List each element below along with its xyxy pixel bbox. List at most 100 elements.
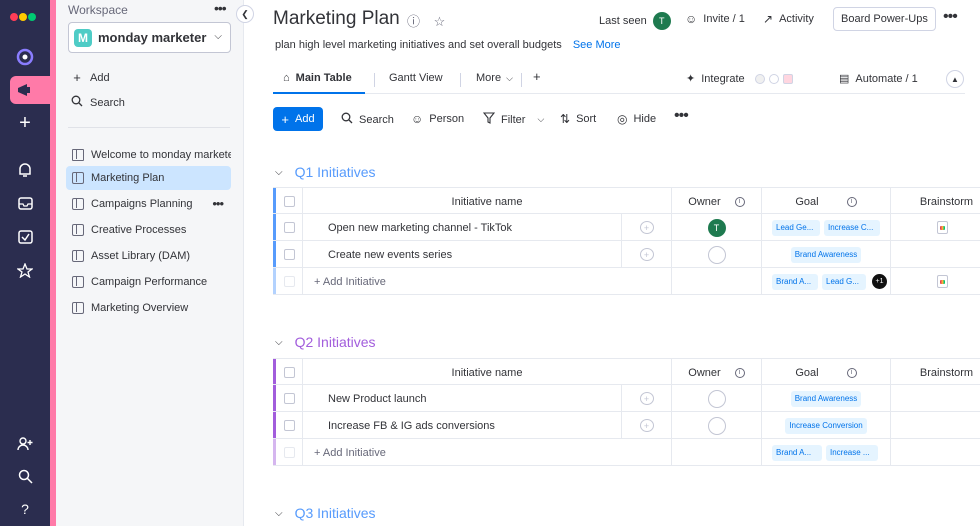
goal-cell[interactable]: Lead Ge... Increase C...	[762, 214, 891, 241]
goal-cell[interactable]: Increase Conversion	[762, 412, 891, 439]
add-initiative-input[interactable]: + Add Initiative	[303, 439, 672, 466]
column-header-name[interactable]: Initiative name	[303, 359, 672, 386]
add-initiative-input[interactable]: + Add Initiative	[303, 268, 672, 295]
sidebar-item-campaigns-planning[interactable]: Campaigns Planning •••	[66, 192, 231, 216]
info-icon[interactable]: i	[846, 367, 857, 378]
owner-cell[interactable]: T	[672, 214, 762, 241]
activity-button[interactable]: ↗ Activity	[763, 12, 814, 26]
workspace-more-icon[interactable]: •••	[214, 0, 227, 16]
search-button[interactable]: Search	[341, 112, 394, 127]
marketing-product-icon[interactable]	[11, 77, 39, 103]
owner-cell[interactable]	[672, 385, 762, 412]
integrate-button[interactable]: ✦ Integrate	[686, 72, 793, 85]
column-header-owner[interactable]: Owner i	[672, 359, 762, 386]
checkbox[interactable]	[283, 249, 295, 260]
brainstorm-cell[interactable]	[891, 412, 980, 439]
last-seen[interactable]: Last seen T	[599, 12, 671, 30]
column-header-goal[interactable]: Goal i	[762, 359, 891, 386]
table-row[interactable]: Open new marketing channel - TikTok + T …	[273, 214, 980, 241]
brainstorm-cell[interactable]	[891, 241, 980, 268]
workspace-selector[interactable]: M monday marketer ⌵	[68, 22, 231, 53]
sidebar-add-button[interactable]: + Add	[70, 70, 109, 85]
board-power-ups-button[interactable]: Board Power-Ups	[833, 7, 936, 31]
sort-button[interactable]: ⇅ Sort	[560, 112, 596, 126]
table-row[interactable]: Create new events series + Brand Awarene…	[273, 241, 980, 268]
sidebar-search-button[interactable]: Search	[70, 95, 125, 110]
goal-cell[interactable]: Brand Awareness	[762, 241, 891, 268]
more-goals-badge[interactable]: +1	[872, 274, 887, 289]
help-icon[interactable]: ?	[11, 496, 39, 522]
chevron-down-icon[interactable]: ⌵	[275, 167, 283, 178]
file-icon[interactable]	[937, 275, 948, 288]
info-icon[interactable]: i	[846, 196, 857, 207]
item-more-icon[interactable]: •••	[212, 196, 224, 211]
chevron-down-icon[interactable]: ⌵	[275, 508, 283, 519]
info-icon[interactable]: i	[734, 196, 745, 207]
monday-logo[interactable]	[8, 8, 40, 24]
add-icon[interactable]: +	[11, 110, 39, 136]
sidebar-item-welcome[interactable]: Welcome to monday marketer	[66, 143, 231, 167]
brainstorm-cell[interactable]	[891, 214, 980, 241]
info-icon[interactable]: i	[734, 367, 745, 378]
see-more-link[interactable]: See More	[573, 39, 621, 51]
notifications-icon[interactable]	[11, 157, 39, 183]
owner-cell[interactable]	[672, 412, 762, 439]
checkbox[interactable]	[283, 393, 295, 404]
item-name[interactable]: Create new events series	[303, 241, 622, 268]
checkbox[interactable]	[283, 420, 295, 431]
sidebar-item-asset-library[interactable]: Asset Library (DAM)	[66, 244, 231, 268]
board-title[interactable]: Marketing Plan	[273, 8, 400, 30]
star-icon[interactable]: ☆	[434, 14, 446, 29]
group-title-q3[interactable]: ⌵ Q3 Initiatives	[275, 505, 376, 521]
sidebar-item-marketing-plan[interactable]: Marketing Plan	[66, 166, 231, 190]
group-title-q2[interactable]: ⌵ Q2 Initiatives	[275, 334, 376, 350]
my-work-icon[interactable]	[11, 223, 39, 249]
home-icon[interactable]	[11, 44, 39, 70]
collapse-header-button[interactable]: ▲	[946, 70, 964, 88]
add-update-icon[interactable]: +	[639, 419, 654, 432]
board-more-icon[interactable]: •••	[943, 8, 958, 26]
filter-button[interactable]: Filter ⌵	[482, 112, 544, 127]
checkbox[interactable]	[283, 222, 295, 233]
goal-cell[interactable]: Brand Awareness	[762, 385, 891, 412]
tab-main-table[interactable]: ⌂ Main Table	[283, 72, 352, 84]
invite-members-icon[interactable]	[11, 430, 39, 456]
item-name[interactable]: Increase FB & IG ads conversions	[303, 412, 622, 439]
item-name[interactable]: New Product launch	[303, 385, 622, 412]
add-update-icon[interactable]: +	[639, 392, 654, 405]
column-header-owner[interactable]: Owner i	[672, 188, 762, 215]
add-view-button[interactable]: +	[533, 69, 541, 84]
invite-button[interactable]: ☺ Invite / 1	[685, 12, 745, 26]
sidebar-item-campaign-performance[interactable]: Campaign Performance	[66, 270, 231, 294]
item-name[interactable]: Open new marketing channel - TikTok	[303, 214, 622, 241]
table-row[interactable]: Increase FB & IG ads conversions + Incre…	[273, 412, 980, 439]
table-row[interactable]: New Product launch + Brand Awareness	[273, 385, 980, 412]
inbox-icon[interactable]	[11, 190, 39, 216]
tab-more[interactable]: More ⌵	[476, 72, 513, 84]
column-header-goal[interactable]: Goal i	[762, 188, 891, 215]
chevron-down-icon[interactable]: ⌵	[537, 114, 544, 125]
hide-button[interactable]: ◎ Hide	[617, 112, 656, 126]
sidebar-item-creative-processes[interactable]: Creative Processes	[66, 218, 231, 242]
add-item-button[interactable]: + Add	[273, 107, 323, 131]
person-filter-button[interactable]: ☺ Person	[411, 112, 464, 126]
toolbar-more-icon[interactable]: •••	[674, 107, 689, 125]
search-everything-icon[interactable]	[11, 463, 39, 489]
owner-cell[interactable]	[672, 241, 762, 268]
file-icon[interactable]	[937, 221, 948, 234]
column-header-name[interactable]: Initiative name	[303, 188, 672, 215]
group-title-q1[interactable]: ⌵ Q1 Initiatives	[275, 164, 376, 180]
tab-gantt-view[interactable]: Gantt View	[389, 72, 443, 84]
automate-button[interactable]: ▤ Automate / 1	[839, 72, 918, 86]
chevron-down-icon[interactable]: ⌵	[275, 337, 283, 348]
brainstorm-cell[interactable]	[891, 385, 980, 412]
favorites-icon[interactable]	[11, 257, 39, 283]
add-update-icon[interactable]: +	[639, 248, 654, 261]
checkbox[interactable]	[283, 367, 295, 378]
column-header-brainstorm[interactable]: Brainstorm	[891, 359, 980, 386]
checkbox[interactable]	[283, 196, 295, 207]
info-icon[interactable]: ⓘ	[407, 14, 420, 29]
add-update-icon[interactable]: +	[639, 221, 654, 234]
sidebar-item-marketing-overview[interactable]: Marketing Overview	[66, 296, 231, 320]
column-header-brainstorm[interactable]: Brainstorm	[891, 188, 980, 215]
